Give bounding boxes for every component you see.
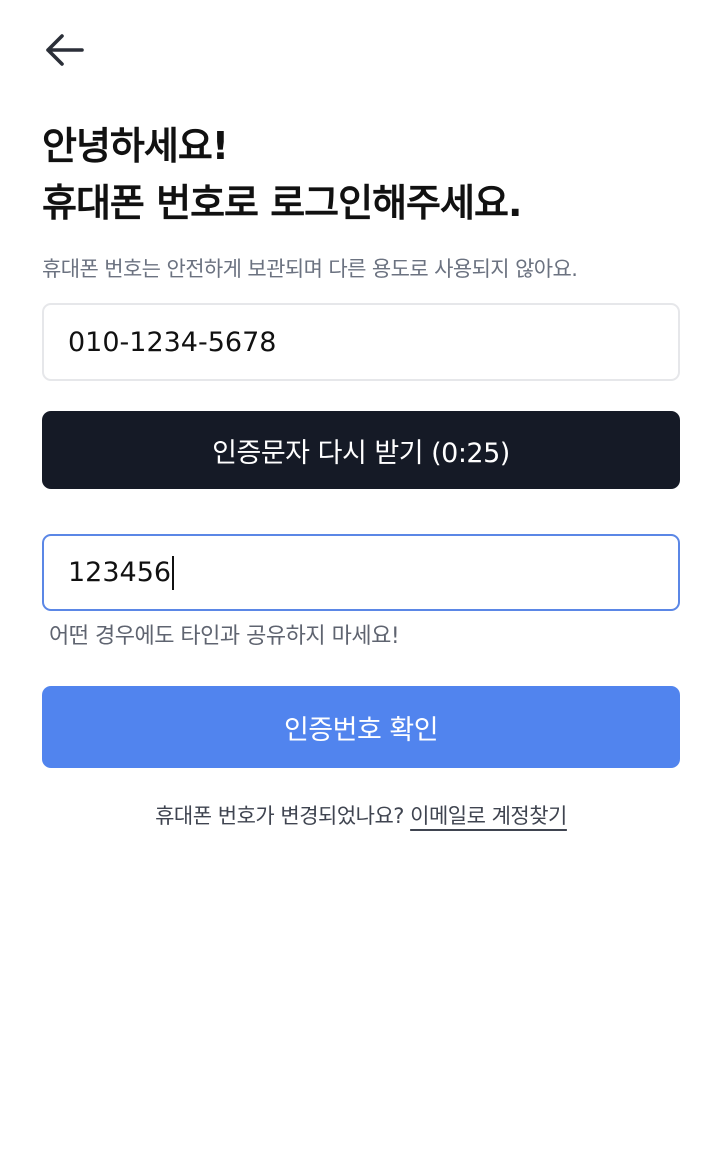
security-hint: 어떤 경우에도 타인과 공유하지 마세요! bbox=[49, 624, 400, 649]
phone-number-input[interactable]: 010-1234-5678 bbox=[42, 303, 680, 381]
verification-code-value: 123456 bbox=[68, 557, 172, 588]
find-account-by-email-link[interactable]: 이메일로 계정찾기 bbox=[410, 804, 567, 828]
resend-code-button[interactable]: 인증문자 다시 받기 (0:25) bbox=[42, 411, 680, 489]
verification-code-input[interactable]: 123456 bbox=[42, 534, 680, 611]
resend-code-label: 인증문자 다시 받기 (0:25) bbox=[212, 437, 510, 469]
title-line-instruction: 휴대폰 번호로 로그인해주세요. bbox=[42, 181, 522, 225]
back-button[interactable] bbox=[36, 26, 92, 74]
page-subtitle: 휴대폰 번호는 안전하게 보관되며 다른 용도로 사용되지 않아요. bbox=[42, 257, 578, 281]
footer-help: 휴대폰 번호가 변경되었나요? 이메일로 계정찾기 bbox=[0, 800, 722, 832]
arrow-left-icon bbox=[42, 32, 86, 68]
text-caret bbox=[172, 555, 175, 590]
footer-question: 휴대폰 번호가 변경되었나요? bbox=[155, 804, 404, 828]
title-line-greeting: 안녕하세요! bbox=[42, 124, 229, 168]
phone-number-value: 010-1234-5678 bbox=[68, 326, 277, 358]
verify-code-button[interactable]: 인증번호 확인 bbox=[42, 686, 680, 768]
verify-code-label: 인증번호 확인 bbox=[283, 714, 439, 746]
page-title: 안녕하세요! 휴대폰 번호로 로그인해주세요. bbox=[42, 118, 522, 232]
